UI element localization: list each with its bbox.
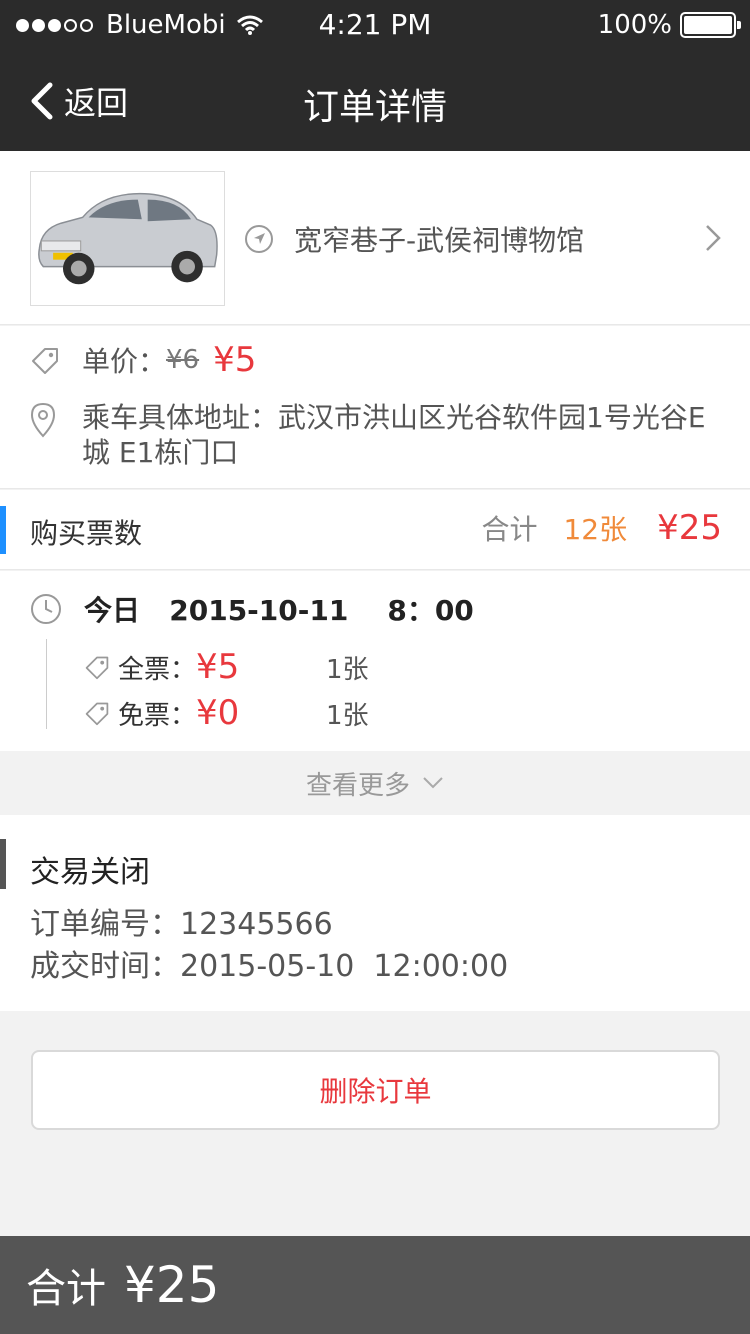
ticket-quantity: 1张 <box>326 700 369 731</box>
clock-icon <box>31 594 61 624</box>
ticket-tag-icon <box>85 656 109 680</box>
navigation-icon <box>245 225 273 253</box>
page-title: 订单详情 <box>302 87 447 128</box>
original-price: ¥6 <box>166 345 200 375</box>
order-status: 交易关闭 <box>30 855 150 890</box>
ticket-total-price: ¥25 <box>657 508 722 548</box>
order-number: 订单编号：12345566 <box>30 907 333 942</box>
unit-price-label: 单价： <box>82 345 167 378</box>
ticket-type-label: 全票： <box>118 654 197 685</box>
ticket-row-free: 免票： ¥0 1张 <box>84 693 369 733</box>
location-pin-icon <box>30 402 56 438</box>
deal-time: 成交时间：2015-05-10 12:00:00 <box>30 949 509 984</box>
unit-price-row: 单价： ¥6 ¥5 <box>30 340 256 380</box>
product-card[interactable]: 宽窄巷子-武侯祠博物馆 <box>0 151 750 325</box>
ticket-row-full: 全票： ¥5 1张 <box>84 647 369 687</box>
footer-total-label: 合计 <box>26 1266 106 1312</box>
departure-datetime: 今日 2015-10-11 8：00 <box>84 594 474 627</box>
order-info-section: 交易关闭 订单编号：12345566 成交时间：2015-05-10 12:00… <box>0 815 750 1011</box>
ticket-price: ¥5 <box>196 647 240 687</box>
view-more-label: 查看更多 <box>305 770 410 801</box>
tickets-total: 合计 12张 ¥25 <box>481 508 722 548</box>
route-name: 宽窄巷子-武侯祠博物馆 <box>294 224 585 257</box>
footer-total-bar: 合计 ¥25 <box>0 1236 750 1334</box>
sum-label: 合计 <box>481 513 538 546</box>
section-accent-bar <box>0 506 6 554</box>
view-more-button[interactable]: 查看更多 <box>0 751 750 815</box>
battery-percent: 100% <box>597 10 672 40</box>
nav-bar: 返回 订单详情 <box>0 50 750 151</box>
pickup-address-row: 乘车具体地址：武汉市洪山区光谷软件园1号光谷E城 E1栋门口 <box>30 400 712 470</box>
footer-total-price: ¥25 <box>124 1256 220 1314</box>
delete-order-button[interactable]: 删除订单 <box>31 1050 720 1130</box>
price-address-section: 单价： ¥6 ¥5 乘车具体地址：武汉市洪山区光谷软件园1号光谷E城 E1栋门口 <box>0 326 750 489</box>
discount-price: ¥5 <box>213 340 257 380</box>
timeline-divider <box>46 639 47 729</box>
section-accent-bar <box>0 839 6 889</box>
ticket-tag-icon <box>85 702 109 726</box>
car-image <box>30 171 225 306</box>
ticket-quantity: 1张 <box>326 654 369 685</box>
ticket-count: 12张 <box>563 513 628 546</box>
tickets-label: 购买票数 <box>30 517 143 550</box>
tickets-summary: 购买票数 合计 12张 ¥25 <box>0 490 750 570</box>
status-bar: BlueMobi 4:21 PM 100% <box>0 0 750 50</box>
chevron-right-icon <box>706 225 721 251</box>
ticket-type-label: 免票： <box>118 700 197 731</box>
schedule-section: 今日 2015-10-11 8：00 全票： ¥5 1张 免票： ¥0 1张 <box>0 571 750 751</box>
chevron-down-icon <box>423 777 443 789</box>
battery-icon <box>680 12 741 38</box>
battery-status: 100% <box>597 10 741 40</box>
route-info: 宽窄巷子-武侯祠博物馆 <box>244 219 584 259</box>
price-tag-icon <box>32 348 58 374</box>
ticket-price: ¥0 <box>196 693 240 733</box>
pickup-address: 乘车具体地址：武汉市洪山区光谷软件园1号光谷E城 E1栋门口 <box>82 401 706 469</box>
